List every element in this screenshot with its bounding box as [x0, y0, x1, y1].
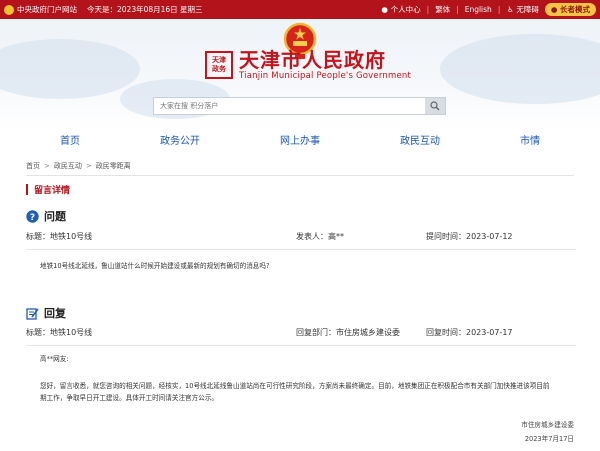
accessibility-icon: ♿: [506, 5, 514, 14]
nav-item-home[interactable]: 首页: [60, 129, 80, 154]
question-time: 提问时间：2023-07-12: [426, 232, 513, 241]
search-icon: [430, 101, 440, 111]
site-logo[interactable]: 天津 政务 天津市人民政府 Tianjin Municipal People's …: [205, 49, 411, 81]
breadcrumb-current[interactable]: 政民零距离: [96, 162, 131, 170]
nav-item-gov-affairs[interactable]: 政务公开: [160, 129, 200, 154]
divider: |: [426, 5, 430, 14]
header-banner: 天津 政务 天津市人民政府 Tianjin Municipal People's …: [0, 19, 600, 129]
reply-heading: 回复: [26, 305, 66, 321]
search-input[interactable]: [154, 98, 425, 114]
question-heading: ? 问题: [26, 208, 66, 224]
reply-time: 回复时间：2023-07-17: [426, 328, 513, 337]
breadcrumb-separator: >: [85, 162, 92, 170]
divider: |: [456, 5, 459, 14]
date-text: 今天是：2023年08月16日 星期三: [87, 5, 203, 14]
svg-text:?: ?: [30, 212, 35, 222]
reply-greeting: 高**网友:: [40, 355, 69, 363]
user-icon: ●: [381, 5, 388, 14]
reply-signature-department: 市住房城乡建设委: [521, 421, 574, 429]
search-button[interactable]: [425, 98, 445, 114]
main-nav: 首页 政务公开 网上办事 政民互动 市情: [0, 129, 600, 154]
question-content: 地铁10号线北延线，鲁山道站什么时候开始建设或最新的规划有确切的消息吗?: [40, 262, 270, 270]
traditional-chinese-link[interactable]: 繁体: [435, 4, 450, 15]
elder-icon: ●: [550, 5, 560, 14]
search-box: [153, 97, 446, 115]
cloud-decoration: [440, 34, 600, 104]
site-title-cn: 天津市人民政府: [239, 48, 386, 72]
breadcrumb-interaction[interactable]: 政民互动: [54, 162, 82, 170]
question-title: 标题：地铁10号线: [26, 232, 93, 241]
elder-mode-button[interactable]: ● 长者模式: [544, 3, 596, 16]
reply-content: 您好，留言收悉，就您咨询的相关问题，经核实，10号线北延线鲁山道站尚在可行性研究…: [40, 382, 550, 402]
gov-portal-link[interactable]: 中央政府门户网站: [4, 4, 77, 15]
reply-title: 标题：地铁10号线: [26, 328, 93, 337]
nav-item-online-services[interactable]: 网上办事: [280, 129, 320, 154]
breadcrumb-home[interactable]: 首页: [26, 162, 40, 170]
question-meta: 标题：地铁10号线 发表人：高** 提问时间：2023-07-12: [26, 231, 576, 245]
nav-item-interaction[interactable]: 政民互动: [400, 129, 440, 154]
divider: [26, 249, 576, 250]
top-bar: 中央政府门户网站 今天是：2023年08月16日 星期三 ● 个人中心 | 繁体 …: [0, 0, 600, 19]
breadcrumb: 首页 > 政民互动 > 政民零距离: [26, 161, 131, 171]
question-icon: ?: [26, 209, 39, 222]
question-sender: 发表人：高**: [296, 232, 344, 241]
reply-edit-icon: [26, 307, 39, 320]
site-title-en: Tianjin Municipal People's Government: [239, 71, 411, 81]
reply-signature-date: 2023年7月17日: [524, 435, 574, 443]
nav-item-city-info[interactable]: 市情: [520, 129, 540, 154]
divider: |: [497, 5, 501, 14]
divider: [26, 345, 576, 346]
cloud-decoration: [0, 39, 140, 99]
breadcrumb-separator: >: [44, 162, 50, 170]
section-accent-bar: [26, 184, 28, 195]
divider: [26, 175, 574, 176]
personal-center-link[interactable]: ● 个人中心: [381, 4, 420, 15]
english-link[interactable]: English: [465, 5, 492, 14]
reply-meta: 标题：地铁10号线 回复部门：市住房城乡建设委 回复时间：2023-07-17: [26, 327, 576, 341]
reply-department: 回复部门：市住房城乡建设委: [296, 328, 400, 337]
section-title: 留言详情: [26, 183, 70, 196]
national-emblem-icon: [4, 5, 14, 15]
accessibility-link[interactable]: ♿ 无障碍: [506, 4, 539, 15]
tianjin-seal-logo: 天津 政务: [205, 51, 233, 79]
